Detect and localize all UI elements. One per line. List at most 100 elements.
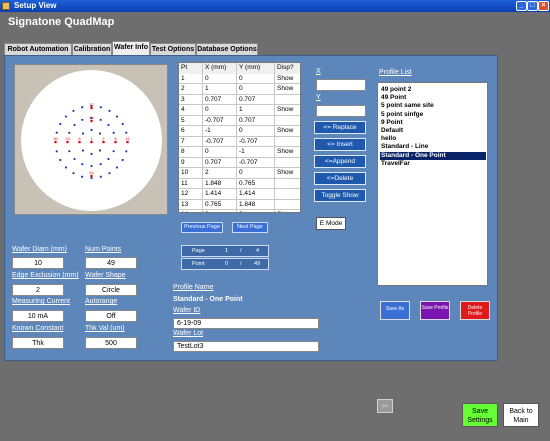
wafer-point [99,118,102,121]
next-page-button[interactable]: Next Page [232,222,268,233]
table-row[interactable]: 4 0 1 Show [179,105,300,116]
wafer-point-label: 30 [53,136,58,141]
autorange-field[interactable]: Off [85,310,137,322]
table-cell: 0.765 [237,178,275,189]
edge-exclusion-field[interactable]: 2 [12,284,64,296]
profile-list-item[interactable]: Standard - One Point [380,151,486,160]
wafer-point [59,122,62,126]
profile-list-item[interactable]: TravelFar [380,160,486,168]
profile-list-item[interactable]: Default [380,127,486,135]
tab-robot-automation[interactable]: Robot Automation [4,43,72,55]
wafer-point [108,109,111,112]
wafer-point-label: 32 [89,102,94,107]
table-row[interactable]: 9 0.707 -0.707 [179,157,300,168]
tab-calibration[interactable]: Calibration [72,43,112,55]
table-row[interactable]: 6 -1 0 Show [179,126,300,137]
table-cell: 1.848 [237,199,275,210]
table-cell: 1 [179,73,203,84]
table-cell: -0.707 [237,136,275,147]
thk-val-label: Thk Val (um) [85,325,125,332]
table-cell: -0.707 [237,157,275,168]
table-row[interactable]: 7 -0.707 -0.707 [179,136,300,147]
x-input[interactable] [316,79,366,91]
wafer-map[interactable]: 32 14 30 13 6 1 2 8 12 44 [21,70,162,211]
wafer-point [125,150,128,153]
wafer-point [73,157,76,161]
wafer-diam-field[interactable]: 10 [12,257,64,269]
append-button[interactable]: <=Append [314,155,366,168]
save-profile-button[interactable]: Save Profile [420,301,450,320]
table-row[interactable]: 12 1.414 1.414 [179,189,300,200]
wafer-point [81,118,84,121]
table-row[interactable]: 5 -0.707 0.707 [179,115,300,126]
table-row[interactable]: 3 0.707 0.707 [179,94,300,105]
profile-list-item[interactable]: 49 Point [380,94,486,102]
back-to-main-button[interactable]: Back to Main [503,403,539,427]
table-cell: -1 [203,126,237,137]
insert-button[interactable]: <= Insert [314,138,366,151]
table-cell: 11 [179,178,203,189]
column-header: Pt [179,63,203,74]
page-current: 1 [225,248,229,254]
maximize-icon[interactable]: □ [527,1,538,11]
table-cell: 7 [179,136,203,147]
table-cell: 3 [179,94,203,105]
profile-list-item[interactable]: 5 point same site [380,102,486,110]
e-mode-button[interactable]: E Mode [316,217,346,230]
column-header: X (mm) [203,63,237,74]
wafer-id-input[interactable]: 6-19-09 [173,318,319,329]
wafer-diam-label: Wafer Diam (mm) [12,246,67,253]
table-cell: 1.414 [237,189,275,200]
profile-list-item[interactable]: 49 point 2 [380,86,486,94]
table-cell: 5 [179,115,203,126]
wafer-point [66,140,69,144]
measuring-current-field[interactable]: 10 mA [12,310,64,322]
tab-wafer-info[interactable]: Wafer Info [112,41,150,55]
wafer-point [68,150,71,153]
replace-button[interactable]: <= Replace [314,121,366,134]
window-title-bar: Setup View _ □ × [0,0,550,12]
point-label: Point [192,261,205,267]
wafer-point [99,106,102,109]
profile-list-item[interactable]: Standard - Line [380,143,486,151]
profile-list-item[interactable]: 5 point sinfge [380,111,486,119]
minimize-icon[interactable]: _ [516,1,527,11]
mini-button[interactable]: Btn [377,399,393,413]
delete-profile-button[interactable]: Delete Profile [460,301,490,320]
num-points-field[interactable]: 49 [85,257,137,269]
table-row[interactable]: 11 1.848 0.765 [179,178,300,189]
wafer-lot-input[interactable]: TestLot3 [173,341,319,352]
previous-page-button[interactable]: Previous Page [181,222,223,233]
table-row[interactable]: 10 2 0 Show [179,168,300,179]
table-row[interactable]: 1 0 0 Show [179,73,300,84]
tab-database-options[interactable]: Database Options [196,43,258,55]
delete-button[interactable]: <=Delete [314,172,366,185]
wafer-point [90,106,93,110]
measuring-current-label: Measuring Current [12,298,70,305]
thk-val-field[interactable]: 500 [85,337,137,349]
table-row[interactable]: 1402Show [179,210,300,212]
table-cell: 2 [237,210,275,212]
wafer-point-label: 13 [65,136,70,141]
wafer-point [90,164,93,168]
y-input[interactable] [316,105,366,117]
close-icon[interactable]: × [538,1,549,11]
profile-list-item[interactable]: 9 Point [380,119,486,127]
points-table[interactable]: Pt X (mm) Y (mm) Disp? 1 0 0 Show 2 1 0 Show 3 0.… [178,62,301,213]
table-row[interactable]: 2 1 0 Show [179,84,300,95]
wafer-point [81,175,84,178]
profile-list-label: Profile List [379,69,412,76]
table-row[interactable]: 8 0 -1 Show [179,147,300,158]
known-constant-field[interactable]: Thk [12,337,64,349]
save-settings-button[interactable]: Save Settings [462,403,498,427]
tab-test-options[interactable]: Test Options [150,43,196,55]
profile-list[interactable]: 49 point 2 49 Point 5 point same site 5 poi… [377,82,488,286]
profile-list-item[interactable]: hello [380,135,486,143]
table-row[interactable]: 13 0.765 1.848 [179,199,300,210]
save-as-button[interactable]: Save As [380,301,410,320]
wafer-shape-field[interactable]: Circle [85,284,137,296]
toggle-show-button[interactable]: Toggle Show [314,189,366,202]
point-current: 0 [225,261,229,267]
wafer-point [64,166,68,169]
table-cell: 2 [179,84,203,95]
